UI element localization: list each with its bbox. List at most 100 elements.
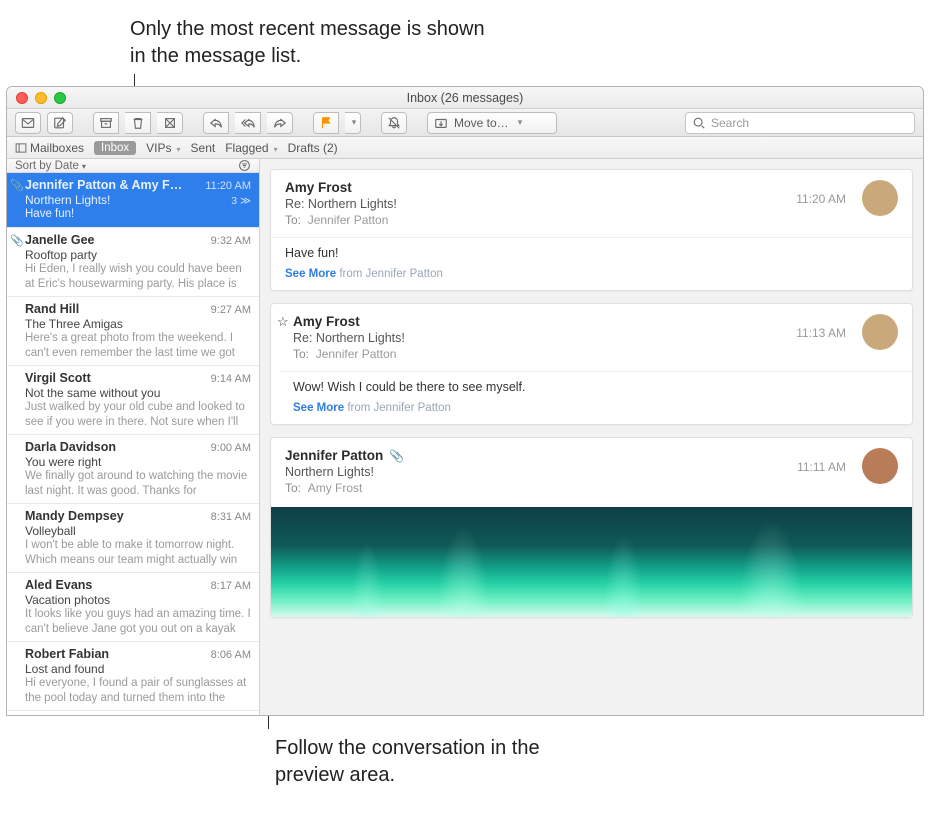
message-row[interactable]: Darla Davidson9:00 AMYou were rightWe fi… xyxy=(7,435,259,504)
message-list: Sort by Date 📎Jennifer Patton & Amy Fros… xyxy=(7,159,260,715)
mute-bell-icon xyxy=(387,116,401,130)
get-mail-button[interactable] xyxy=(15,112,41,134)
sort-bar[interactable]: Sort by Date xyxy=(7,159,259,173)
move-to-button[interactable]: Move to… xyxy=(427,112,557,134)
image-attachment[interactable] xyxy=(271,507,912,617)
sort-label: Sort by Date xyxy=(15,160,79,172)
attachment-icon: 📎 xyxy=(10,179,24,192)
message-time: 8:31 AM xyxy=(211,511,251,523)
fav-flagged[interactable]: Flagged xyxy=(225,141,277,155)
flag-button[interactable] xyxy=(313,112,339,134)
from-name: Amy Frost xyxy=(285,180,397,195)
message-preview: It looks like you guys had an amazing ti… xyxy=(25,607,251,635)
attachment-icon: 📎 xyxy=(389,449,404,463)
search-field[interactable]: Search xyxy=(685,112,915,134)
message-time: 9:14 AM xyxy=(211,373,251,385)
compose-icon xyxy=(53,116,67,130)
message-preview: Have fun! xyxy=(25,207,251,221)
message-row[interactable]: Virgil Scott9:14 AMNot the same without … xyxy=(7,366,259,435)
delete-button[interactable] xyxy=(125,112,151,134)
conversation-message[interactable]: Amy FrostRe: Northern Lights!To: Jennife… xyxy=(270,169,913,291)
flag-menu-button[interactable] xyxy=(345,112,361,134)
message-time: 9:32 AM xyxy=(211,235,251,247)
message-preview: Hi everyone, I found a pair of sunglasse… xyxy=(25,676,251,704)
see-more-link[interactable]: See More from Jennifer Patton xyxy=(293,402,898,414)
message-time: 8:17 AM xyxy=(211,580,251,592)
forward-button[interactable] xyxy=(267,112,293,134)
to-label: To: xyxy=(285,213,301,227)
fav-inbox[interactable]: Inbox xyxy=(94,141,136,155)
envelope-icon xyxy=(21,116,35,130)
message-preview: We finally got around to watching the mo… xyxy=(25,469,251,497)
conversation-message[interactable]: ☆Amy FrostRe: Northern Lights!To: Jennif… xyxy=(270,303,913,425)
message-sender: Rand Hill xyxy=(25,302,79,316)
message-subject: Rooftop party xyxy=(25,248,97,262)
message-body: Wow! Wish I could be there to see myself… xyxy=(293,380,898,394)
from-name: Jennifer Patton📎 xyxy=(285,448,404,463)
mute-button[interactable] xyxy=(381,112,407,134)
message-time: 9:27 AM xyxy=(211,304,251,316)
avatar xyxy=(862,448,898,484)
chevron-down-icon xyxy=(79,160,86,172)
fav-sent[interactable]: Sent xyxy=(191,141,216,155)
avatar xyxy=(862,314,898,350)
message-row[interactable]: 📎Jennifer Patton & Amy Frost11:20 AMNort… xyxy=(7,173,259,228)
filter-icon[interactable] xyxy=(238,159,251,172)
toolbar: Move to… Search xyxy=(7,109,923,137)
message-row[interactable]: 📎Janelle Gee9:32 AMRooftop partyHi Eden,… xyxy=(7,228,259,297)
to-label: To: xyxy=(285,481,301,495)
flag-icon xyxy=(319,116,333,130)
favorites-bar: Mailboxes Inbox VIPs Sent Flagged Drafts… xyxy=(7,137,923,159)
show-mailboxes-button[interactable]: Mailboxes xyxy=(15,141,84,155)
message-time: 11:13 AM xyxy=(796,324,846,340)
preview-pane: Amy FrostRe: Northern Lights!To: Jennife… xyxy=(260,159,923,715)
message-subject: Not the same without you xyxy=(25,386,160,400)
fav-vips[interactable]: VIPs xyxy=(146,141,180,155)
fav-drafts[interactable]: Drafts (2) xyxy=(288,141,338,155)
titlebar: Inbox (26 messages) xyxy=(7,87,923,109)
reply-all-icon xyxy=(241,116,255,130)
reply-icon xyxy=(209,116,223,130)
message-preview: Here's a great photo from the weekend. I… xyxy=(25,331,251,359)
message-subject: The Three Amigas xyxy=(25,317,123,331)
window-title: Inbox (26 messages) xyxy=(7,91,923,105)
to-name: Jennifer Patton xyxy=(316,347,397,361)
move-to-label: Move to… xyxy=(454,116,509,130)
message-sender: Aled Evans xyxy=(25,578,92,592)
star-icon[interactable]: ☆ xyxy=(277,314,289,330)
reply-all-button[interactable] xyxy=(235,112,261,134)
message-subject: Lost and found xyxy=(25,662,104,676)
trash-icon xyxy=(131,116,145,130)
message-preview: Just walked by your old cube and looked … xyxy=(25,400,251,428)
conversation-message[interactable]: Jennifer Patton📎Northern Lights!To: Amy … xyxy=(270,437,913,618)
chevron-down-icon xyxy=(272,141,278,155)
drafts-label: Drafts (2) xyxy=(288,141,338,155)
compose-button[interactable] xyxy=(47,112,73,134)
message-subject: Volleyball xyxy=(25,524,76,538)
message-row[interactable]: Aled Evans8:17 AMVacation photosIt looks… xyxy=(7,573,259,642)
junk-icon xyxy=(163,116,177,130)
callout-top: Only the most recent message is shown in… xyxy=(130,16,500,70)
to-name: Amy Frost xyxy=(308,481,363,495)
message-time: 11:11 AM xyxy=(797,458,846,474)
message-preview: Hi Eden, I really wish you could have be… xyxy=(25,262,251,290)
archive-button[interactable] xyxy=(93,112,119,134)
vips-label: VIPs xyxy=(146,141,171,155)
message-sender: Jennifer Patton & Amy Frost xyxy=(25,178,185,192)
flagged-label: Flagged xyxy=(225,141,268,155)
search-icon xyxy=(692,116,706,130)
message-sender: Robert Fabian xyxy=(25,647,109,661)
message-row[interactable]: Mandy Dempsey8:31 AMVolleyballI won't be… xyxy=(7,504,259,573)
junk-button[interactable] xyxy=(157,112,183,134)
reply-button[interactable] xyxy=(203,112,229,134)
message-time: 11:20 AM xyxy=(796,190,846,206)
message-row[interactable]: ☆Eliza Block8:00 AM xyxy=(7,711,259,715)
message-sender: Mandy Dempsey xyxy=(25,509,124,523)
callout-bottom: Follow the conversation in the preview a… xyxy=(275,735,595,789)
to-name: Jennifer Patton xyxy=(308,213,389,227)
message-time: 9:00 AM xyxy=(211,442,251,454)
see-more-link[interactable]: See More from Jennifer Patton xyxy=(285,268,898,280)
message-row[interactable]: Rand Hill 9:27 AM The Three AmigasHere's a… xyxy=(7,297,259,366)
from-name: Amy Frost xyxy=(293,314,405,329)
message-row[interactable]: Robert Fabian8:06 AMLost and foundHi eve… xyxy=(7,642,259,711)
